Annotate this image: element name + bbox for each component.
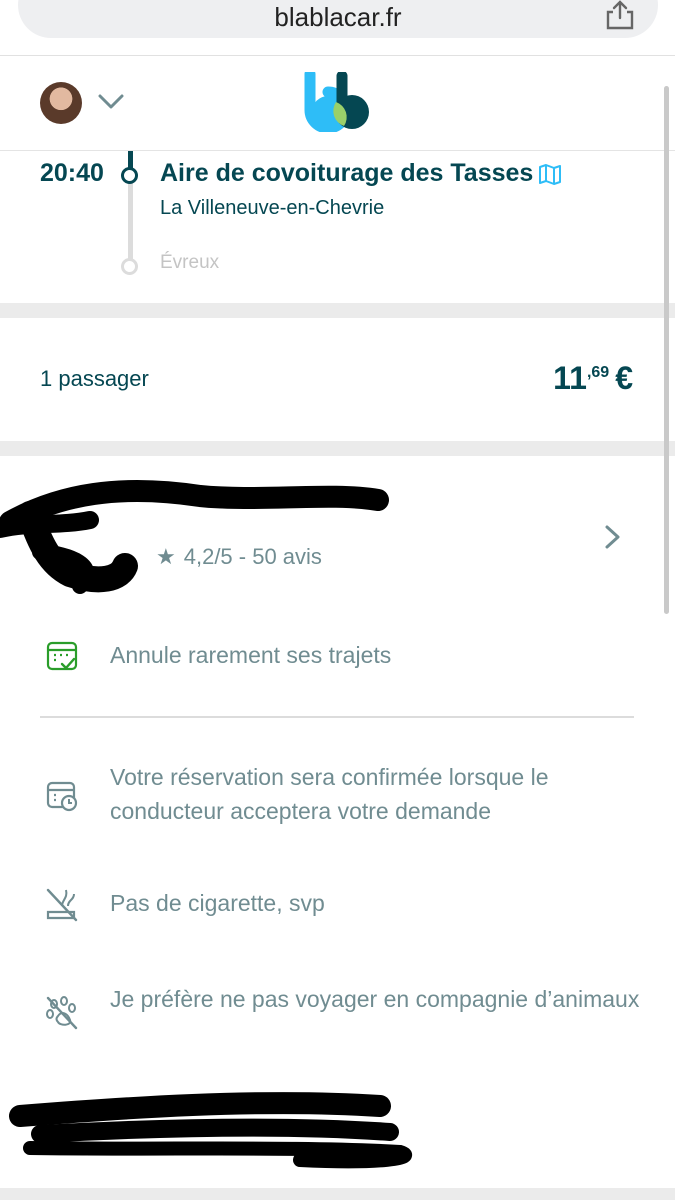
no-pets-icon xyxy=(46,996,78,1030)
share-icon[interactable] xyxy=(604,0,636,30)
chevron-right-icon[interactable] xyxy=(604,524,622,550)
address-bar[interactable]: blablacar.fr xyxy=(18,0,658,38)
blablacar-logo[interactable] xyxy=(300,72,376,132)
price-decimal: ,69 xyxy=(586,364,610,381)
no-smoking-icon xyxy=(46,888,78,922)
pickup-name[interactable]: Aire de covoiturage des Tasses xyxy=(160,159,533,188)
feature-text: Votre réservation sera confirmée lorsque… xyxy=(110,764,549,824)
redaction-mark xyxy=(9,1092,413,1169)
feature-text: Je préfère ne pas voyager en compagnie d… xyxy=(110,986,640,1012)
star-icon: ★ xyxy=(156,544,176,569)
destination-city: Évreux xyxy=(160,252,220,273)
price-currency: € xyxy=(615,360,633,396)
passenger-count: 1 passager xyxy=(40,366,149,391)
trip-route: 20:40 Aire de covoiturage des Tasses La … xyxy=(0,151,675,303)
scrollbar[interactable] xyxy=(664,86,669,614)
section-separator xyxy=(0,441,675,456)
calendar-clock-icon xyxy=(46,781,78,812)
departure-time: 20:40 xyxy=(40,159,104,187)
url-text: blablacar.fr xyxy=(274,2,402,32)
feature-text: Annule rarement ses trajets xyxy=(110,642,392,668)
redaction-mark xyxy=(0,480,389,594)
price: 11,69 € xyxy=(553,360,633,397)
price-integer: 11 xyxy=(553,360,587,396)
feature-text: Pas de cigarette, svp xyxy=(110,890,325,916)
destination-dot xyxy=(121,258,138,275)
driver-rating: ★ 4,2/5 - 50 avis xyxy=(156,544,322,570)
rating-text: 4,2/5 - 50 avis xyxy=(183,544,322,569)
pickup-city: La Villeneuve-en-Chevrie xyxy=(160,197,385,219)
divider xyxy=(40,716,634,718)
chevron-down-icon[interactable] xyxy=(98,94,124,110)
avatar[interactable] xyxy=(40,82,82,124)
calendar-check-icon xyxy=(46,641,78,671)
section-separator xyxy=(0,303,675,318)
pickup-dot xyxy=(121,167,138,184)
section-separator xyxy=(0,1188,675,1200)
app-header xyxy=(0,56,675,150)
map-icon[interactable] xyxy=(538,163,562,185)
